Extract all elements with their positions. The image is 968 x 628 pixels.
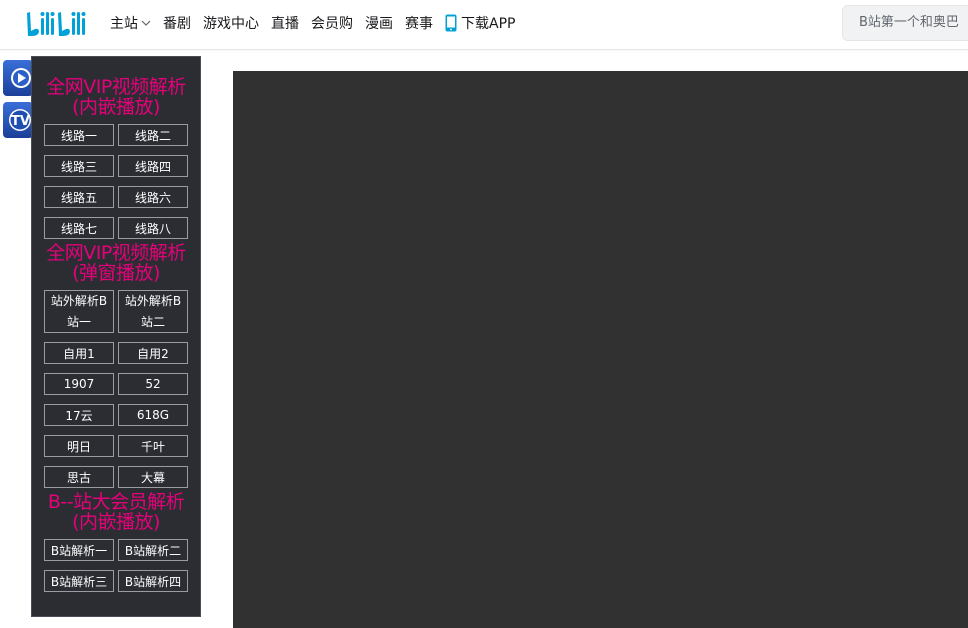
popup-parse-button[interactable]: 思古 [44, 466, 114, 488]
video-player[interactable] [233, 71, 968, 628]
nav-manga-label: 漫画 [365, 16, 393, 32]
nav-esports-label: 赛事 [405, 16, 433, 32]
section-title-line: 全网VIP视频解析 [46, 242, 186, 264]
route-button[interactable]: 线路一 [44, 124, 114, 146]
button-grid: 线路一 线路二 线路三 线路四 线路五 线路六 线路七 线路八 [32, 124, 200, 239]
route-button[interactable]: 线路六 [118, 186, 188, 208]
phone-icon [445, 14, 457, 32]
nav-main-site[interactable]: 主站 [110, 13, 151, 33]
main-nav: 主站 番剧 游戏中心 直播 会员购 漫画 赛事 下载APP [110, 0, 527, 46]
bilibili-parse-button[interactable]: B站解析三 [44, 570, 114, 592]
popup-parse-button[interactable]: 17云 [44, 404, 114, 426]
popup-parse-button[interactable]: 站外解析B站一 [44, 290, 114, 333]
nav-manga[interactable]: 漫画 [365, 13, 393, 33]
button-grid: B站解析一 B站解析二 B站解析三 B站解析四 [32, 539, 200, 592]
nav-anime-label: 番剧 [163, 16, 191, 32]
nav-download-app[interactable]: 下载APP [445, 13, 515, 33]
play-icon[interactable] [3, 60, 33, 96]
nav-game-center-label: 游戏中心 [203, 16, 259, 32]
popup-parse-button[interactable]: 站外解析B站二 [118, 290, 188, 333]
section-title-line: B--站大会员解析 [47, 491, 185, 513]
tv-icon[interactable]: TV [3, 102, 33, 138]
route-button[interactable]: 线路八 [118, 217, 188, 239]
bilibili-parse-button[interactable]: B站解析一 [44, 539, 114, 561]
bilibili-parse-button[interactable]: B站解析二 [118, 539, 188, 561]
search-input[interactable]: B站第一个和奥巴 [842, 5, 968, 41]
nav-download-app-label: 下载APP [461, 16, 516, 32]
bilibili-parse-button[interactable]: B站解析四 [118, 570, 188, 592]
popup-parse-button[interactable]: 618G [118, 404, 188, 426]
popup-parse-button[interactable]: 1907 [44, 373, 114, 395]
top-header: 主站 番剧 游戏中心 直播 会员购 漫画 赛事 下载APP B站第一个和奥巴 [0, 0, 968, 50]
svg-text:TV: TV [11, 114, 30, 129]
popup-parse-button[interactable]: 千叶 [118, 435, 188, 457]
chevron-down-icon [141, 20, 151, 26]
section-title-line: 全网VIP视频解析 [46, 76, 186, 98]
popup-parse-button[interactable]: 大幕 [118, 466, 188, 488]
route-button[interactable]: 线路五 [44, 186, 114, 208]
popup-parse-button[interactable]: 明日 [44, 435, 114, 457]
route-button[interactable]: 线路三 [44, 155, 114, 177]
button-grid: 站外解析B站一 站外解析B站二 自用1 自用2 1907 52 17云 618G… [32, 290, 200, 488]
route-button[interactable]: 线路二 [118, 124, 188, 146]
nav-mall[interactable]: 会员购 [311, 13, 353, 33]
nav-anime[interactable]: 番剧 [163, 13, 191, 33]
section-title-line: (内嵌播放) [72, 511, 160, 533]
nav-esports[interactable]: 赛事 [405, 13, 433, 33]
section-title: B--站大会员解析 (内嵌播放) [32, 492, 200, 532]
popup-parse-button[interactable]: 自用1 [44, 342, 114, 364]
vip-parse-panel: 全网VIP视频解析 (内嵌播放) 线路一 线路二 线路三 线路四 线路五 线路六… [31, 56, 201, 617]
section-title: 全网VIP视频解析 (弹窗播放) [32, 243, 200, 283]
nav-live-label: 直播 [271, 16, 299, 32]
nav-game-center[interactable]: 游戏中心 [203, 13, 259, 33]
popup-parse-button[interactable]: 52 [118, 373, 188, 395]
section-title-line: (弹窗播放) [72, 262, 160, 284]
section-title-line: (内嵌播放) [72, 96, 160, 118]
route-button[interactable]: 线路七 [44, 217, 114, 239]
route-button[interactable]: 线路四 [118, 155, 188, 177]
section-title: 全网VIP视频解析 (内嵌播放) [32, 77, 200, 117]
nav-mall-label: 会员购 [311, 16, 353, 32]
bilibili-logo[interactable] [24, 7, 96, 39]
popup-parse-button[interactable]: 自用2 [118, 342, 188, 364]
nav-live[interactable]: 直播 [271, 13, 299, 33]
nav-main-site-label: 主站 [110, 16, 138, 32]
